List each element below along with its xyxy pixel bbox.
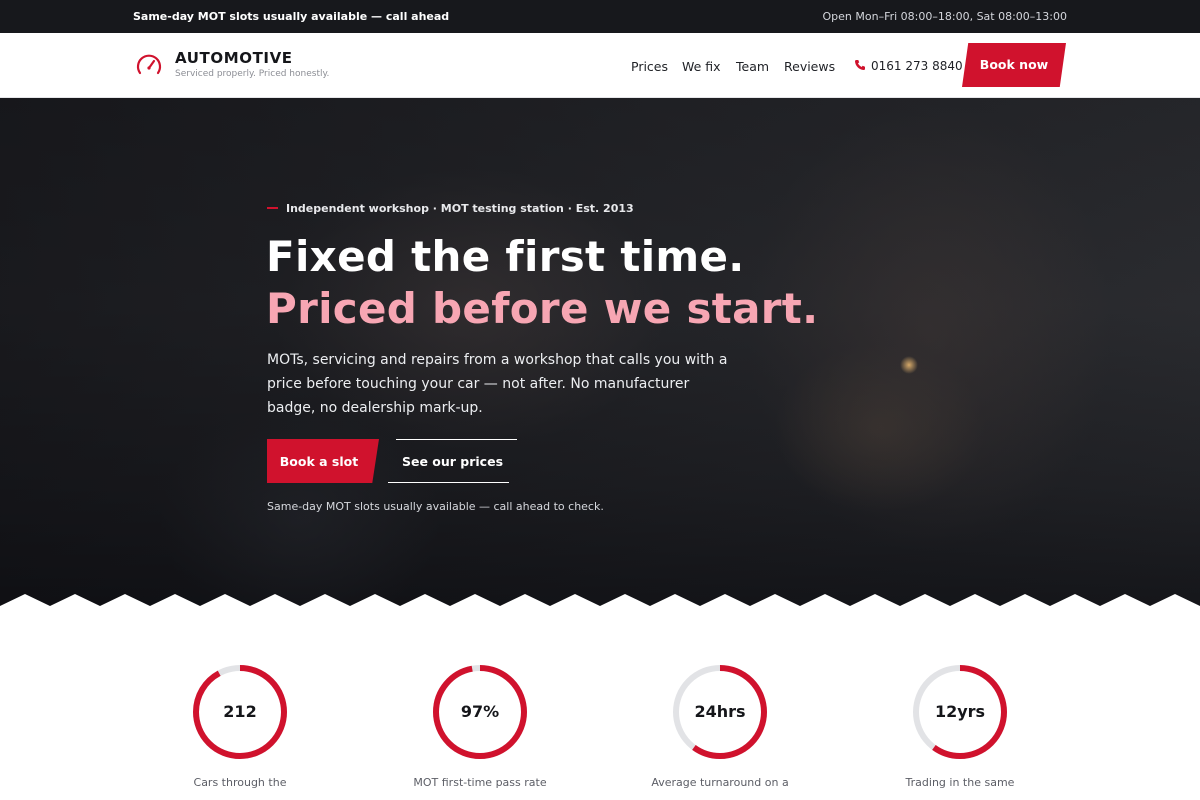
book-a-slot-label: Book a slot [279,454,359,469]
brand-tagline: Serviced properly. Priced honestly. [175,69,330,79]
stat-trading-years: 12yrs Trading in the same [860,660,1060,800]
announcement-bar: Same-day MOT slots usually available — c… [0,0,1200,33]
speedometer-icon[interactable] [135,52,163,80]
hero-eyebrow: Independent workshop · MOT testing stati… [286,202,634,215]
announcement-text: Same-day MOT slots usually available — c… [133,10,450,23]
stat-label: Average turnaround on a [651,776,789,789]
hero-headline-line2: Priced before we start. [266,284,819,333]
phone-number: 0161 273 8840 [871,59,963,73]
phone-link[interactable]: 0161 273 8840 [854,59,963,73]
stat-label: Trading in the same [905,776,1015,789]
book-now-button[interactable]: Book now [962,43,1066,87]
stat-value: 12yrs [934,702,986,721]
stat-label: Cars through the [193,776,287,789]
stat-value: 212 [223,702,257,721]
hero-note: Same-day MOT slots usually available — c… [267,500,604,513]
phone-icon [855,60,865,70]
stat-label: MOT first-time pass rate [413,776,547,789]
stat-value: 24hrs [694,702,746,721]
brand-name[interactable]: AUTOMOTIVE [175,49,293,67]
hero-headline-line1: Fixed the first time. [266,232,745,281]
see-our-prices-button[interactable]: See our prices [388,439,517,483]
stat-cars: 212 Cars through the [140,660,340,800]
book-a-slot-button[interactable]: Book a slot [267,439,379,483]
eyebrow-dash [267,207,278,209]
nav-link-team[interactable]: Team [736,59,769,74]
see-our-prices-label: See our prices [401,454,504,469]
nav-link-we-fix[interactable]: We fix [682,59,721,74]
hero-lead: MOTs, servicing and repairs from a works… [267,352,728,416]
opening-hours: Open Mon–Fri 08:00–18:00, Sat 08:00–13:0… [822,10,1068,23]
stat-turnaround: 24hrs Average turnaround on a [620,660,820,800]
zigzag-divider [0,594,1200,616]
stat-pass-rate: 97% MOT first-time pass rate [380,660,580,800]
nav-link-prices[interactable]: Prices [631,59,668,74]
stat-value: 97% [460,702,500,721]
book-now-label: Book now [979,57,1049,72]
nav-link-reviews[interactable]: Reviews [784,59,835,74]
